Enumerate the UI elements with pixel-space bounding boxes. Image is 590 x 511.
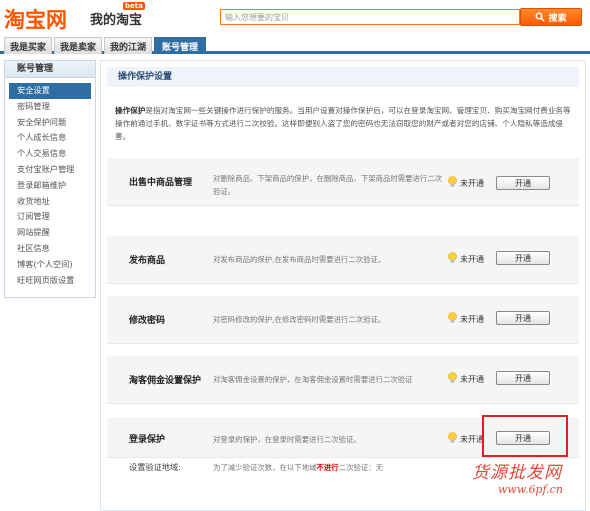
row-name: 淘客佣金设置保护 <box>129 376 202 386</box>
tab-account[interactable]: 账号管理 <box>154 37 206 54</box>
lightbulb-icon <box>448 432 457 443</box>
verify-region-label: 设置验证地域: <box>129 462 181 472</box>
protection-row: 发布商品 对发布商品的保护,在发布商品时需要进行二次验证。 未开通 开通 <box>107 236 579 284</box>
row-desc: 对删除商品、下架商品的保护，在删除商品、下架商品时需要进行二次验证。 <box>213 174 443 196</box>
protection-row: 出售中商品管理 对删除商品、下架商品的保护，在删除商品、下架商品时需要进行二次验… <box>107 158 579 206</box>
sidebar-item-security-question[interactable]: 安全保护问题 <box>9 115 91 131</box>
sidebar-item-alipay[interactable]: 支付宝账户管理 <box>9 162 91 178</box>
row-desc: 对登录的保护，在登录时需要进行二次验证。 <box>213 435 361 444</box>
verify-text-before: 为了减少验证次数，在以下地域 <box>213 463 317 472</box>
enable-button[interactable]: 开通 <box>496 176 550 190</box>
sidebar-title: 账号管理 <box>5 61 95 78</box>
row-name: 登录保护 <box>129 435 166 445</box>
sidebar-item-password[interactable]: 密码管理 <box>9 99 91 115</box>
protection-row: 淘客佣金设置保护 对淘客佣金设置的保护，在淘客佣金设置时需要进行二次验证 未开通… <box>107 356 579 404</box>
page-title: 操作保护设置 <box>107 67 579 87</box>
sidebar-item-wangwang[interactable]: 旺旺网页版设置 <box>9 273 91 289</box>
search-button[interactable]: 搜索 <box>520 8 582 26</box>
header: 淘宝网 我的淘宝 beta 输入您想要的宝贝 搜索 <box>0 0 590 34</box>
enable-button[interactable]: 开通 <box>496 371 550 385</box>
status-label: 未开通 <box>460 255 484 264</box>
sidebar: 账号管理 安全设置 密码管理 安全保护问题 个人成长信息 个人交易信息 支付宝账… <box>4 60 96 298</box>
enable-button[interactable]: 开通 <box>496 251 550 265</box>
sidebar-item-community[interactable]: 社区信息 <box>9 241 91 257</box>
status-label: 未开通 <box>460 375 484 384</box>
verify-text-red: 不进行 <box>316 463 339 472</box>
protection-row: 修改密码 对密码修改的保护,在修改密码时需要进行二次验证。 未开通 开通 <box>107 296 579 344</box>
watermark-url: www.6pf.cn <box>498 483 563 496</box>
highlight-box <box>482 415 568 457</box>
taobao-logo[interactable]: 淘宝网 <box>4 4 67 34</box>
search-input[interactable]: 输入您想要的宝贝 <box>220 9 520 25</box>
status-label: 未开通 <box>460 179 484 188</box>
lightbulb-icon <box>448 312 457 323</box>
search-button-label: 搜索 <box>548 13 567 24</box>
sidebar-item-security[interactable]: 安全设置 <box>9 83 91 99</box>
status-label: 未开通 <box>460 435 484 444</box>
tab-seller[interactable]: 我是卖家 <box>54 37 102 54</box>
lightbulb-icon <box>448 252 457 263</box>
main-nav: 我是买家 我是卖家 我的江湖 账号管理 <box>0 34 590 54</box>
row-desc: 对密码修改的保护,在修改密码时需要进行二次验证。 <box>213 315 386 324</box>
search-icon <box>535 12 546 22</box>
sidebar-item-blog[interactable]: 博客(个人空间) <box>9 257 91 273</box>
intro-text: 操作保护是指对淘宝网一些关键操作进行保护的服务。当用户设置对操作保护后，可以在登… <box>115 104 577 143</box>
sidebar-item-growth-info[interactable]: 个人成长信息 <box>9 130 91 146</box>
sidebar-item-reminders[interactable]: 网站提醒 <box>9 225 91 241</box>
sidebar-item-subscription[interactable]: 订阅管理 <box>9 209 91 225</box>
tab-buyer[interactable]: 我是买家 <box>4 37 52 54</box>
row-name: 发布商品 <box>129 256 166 266</box>
my-taobao-title[interactable]: 我的淘宝 <box>90 9 142 28</box>
lightbulb-icon <box>448 176 457 187</box>
sidebar-item-login-email[interactable]: 登录邮箱维护 <box>9 178 91 194</box>
intro-body: 是指对淘宝网一些关键操作进行保护的服务。当用户设置对操作保护后，可以在登录淘宝网… <box>115 106 571 141</box>
tab-community[interactable]: 我的江湖 <box>104 37 152 54</box>
row-name: 修改密码 <box>129 316 166 326</box>
row-desc: 对淘客佣金设置的保护，在淘客佣金设置时需要进行二次验证 <box>213 375 413 384</box>
row-name: 出售中商品管理 <box>129 178 193 188</box>
sidebar-item-address[interactable]: 收货地址 <box>9 194 91 210</box>
sidebar-item-trade-info[interactable]: 个人交易信息 <box>9 146 91 162</box>
row-desc: 对发布商品的保护,在发布商品时需要进行二次验证。 <box>213 255 386 264</box>
lightbulb-icon <box>448 372 457 383</box>
sidebar-list: 安全设置 密码管理 安全保护问题 个人成长信息 个人交易信息 支付宝账户管理 登… <box>5 78 95 288</box>
intro-bold: 操作保护 <box>115 106 146 115</box>
verify-region-text: 为了减少验证次数，在以下地域不进行二次验证：无 <box>213 462 383 473</box>
beta-badge: beta <box>123 2 145 10</box>
status-label: 未开通 <box>460 315 484 324</box>
watermark-text: 货源批发网 <box>472 463 562 483</box>
enable-button[interactable]: 开通 <box>496 311 550 325</box>
verify-text-after: 二次验证：无 <box>338 463 384 472</box>
